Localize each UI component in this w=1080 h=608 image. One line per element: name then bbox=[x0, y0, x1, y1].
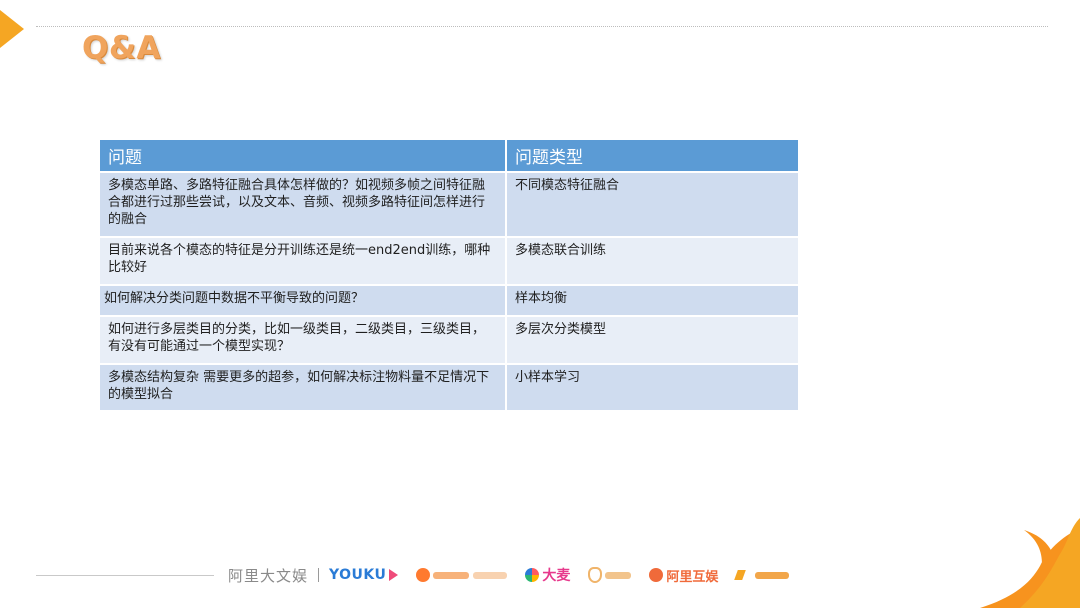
logo-bar bbox=[605, 571, 632, 579]
brand-youku: YOUKU bbox=[329, 567, 387, 583]
logo-bar bbox=[755, 571, 790, 579]
question-cell: 如何进行多层类目的分类，比如一级类目，二级类目，三级类目，有没有可能通过一个模型… bbox=[100, 315, 507, 364]
question-cell: 多模态单路、多路特征融合具体怎样做的？如视频多帧之间特征融合都进行过那些尝试，以… bbox=[100, 171, 507, 237]
alibaba-pictures-icon bbox=[416, 568, 431, 582]
brand-alibaba-huyu: 阿里互娱 bbox=[666, 569, 719, 585]
logo-bar bbox=[473, 571, 508, 579]
alibaba-games-logo: 阿里互娱 bbox=[649, 566, 718, 585]
logo-bar bbox=[433, 571, 470, 579]
type-cell: 样本均衡 bbox=[506, 284, 798, 316]
brand-alibaba-wenyu: 阿里大文娱 bbox=[228, 566, 309, 585]
brand-separator bbox=[318, 568, 320, 582]
question-cell: 目前来说各个模态的特征是分开训练还是统一end2end训练，哪种比较好 bbox=[100, 236, 507, 285]
brand-damai: 大麦 bbox=[542, 568, 571, 584]
damai-logo: 大麦 bbox=[525, 565, 570, 585]
type-cell: 不同模态特征融合 bbox=[506, 171, 798, 237]
header-type: 问题类型 bbox=[506, 140, 798, 172]
footer-brand-bar: 阿里大文娱 YOUKU 大麦 阿里互娱 bbox=[228, 563, 790, 587]
type-cell: 多模态联合训练 bbox=[506, 236, 798, 285]
slide-title: Q&A bbox=[82, 30, 161, 66]
literature-icon bbox=[588, 567, 603, 583]
alibaba-sports-logo bbox=[734, 570, 790, 580]
table-row: 多模态单路、多路特征融合具体怎样做的？如视频多帧之间特征融合都进行过那些尝试，以… bbox=[100, 171, 798, 237]
question-cell: 如何解决分类问题中数据不平衡导致的问题？ bbox=[100, 284, 507, 316]
table-row: 如何解决分类问题中数据不平衡导致的问题？ 样本均衡 bbox=[100, 284, 798, 316]
type-cell: 小样本学习 bbox=[506, 363, 798, 410]
alibaba-pictures-logo bbox=[416, 568, 508, 582]
question-cell: 多模态结构复杂 需要更多的超参，如何解决标注物料量不足情况下的模型拟合 bbox=[100, 363, 507, 410]
alibaba-games-icon bbox=[649, 568, 664, 582]
flame-decoration-icon bbox=[980, 518, 1080, 608]
type-cell: 多层次分类模型 bbox=[506, 315, 798, 364]
table-row: 目前来说各个模态的特征是分开训练还是统一end2end训练，哪种比较好 多模态联… bbox=[100, 236, 798, 285]
header-question: 问题 bbox=[100, 140, 507, 172]
alibaba-literature-logo bbox=[588, 567, 632, 583]
table-row: 如何进行多层类目的分类，比如一级类目，二级类目，三级类目，有没有可能通过一个模型… bbox=[100, 315, 798, 364]
damai-icon bbox=[525, 568, 540, 582]
table-row: 多模态结构复杂 需要更多的超参，如何解决标注物料量不足情况下的模型拟合 小样本学… bbox=[100, 363, 798, 410]
top-divider bbox=[36, 26, 1048, 27]
table-header-row: 问题 问题类型 bbox=[100, 140, 798, 172]
qa-table: 问题 问题类型 多模态单路、多路特征融合具体怎样做的？如视频多帧之间特征融合都进… bbox=[100, 140, 798, 410]
footer-divider bbox=[36, 575, 214, 576]
corner-arrow-icon bbox=[0, 10, 24, 48]
youku-play-icon bbox=[389, 569, 399, 581]
alibaba-sports-icon bbox=[734, 570, 755, 580]
